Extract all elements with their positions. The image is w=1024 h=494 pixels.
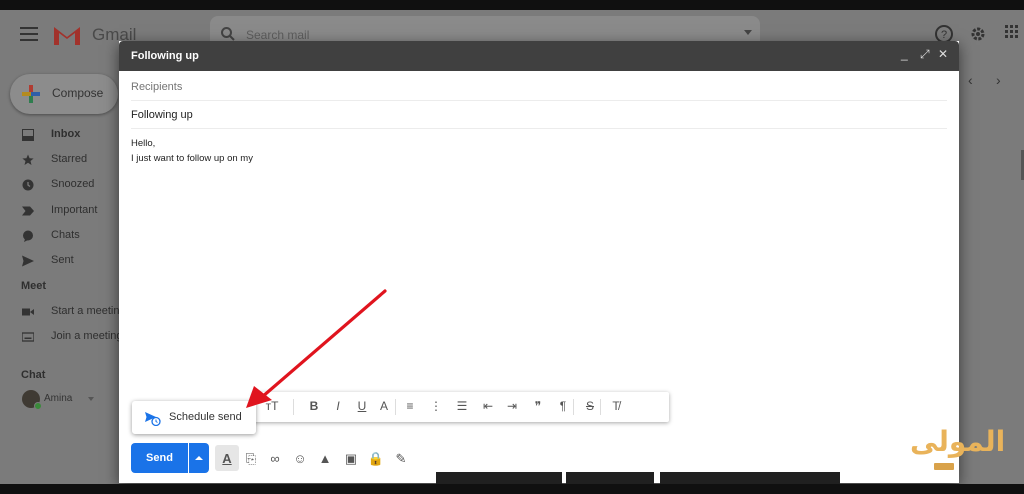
background-strip: [436, 472, 562, 484]
annotation-arrow: [246, 289, 387, 408]
watermark-tag: [934, 463, 954, 470]
screenshot-frame: Gmail Search mail ? Compose Inbox Starre…: [0, 10, 1024, 484]
background-strip: [660, 472, 840, 484]
background-strip: [566, 472, 654, 484]
watermark-logo: المولى: [910, 425, 1006, 458]
